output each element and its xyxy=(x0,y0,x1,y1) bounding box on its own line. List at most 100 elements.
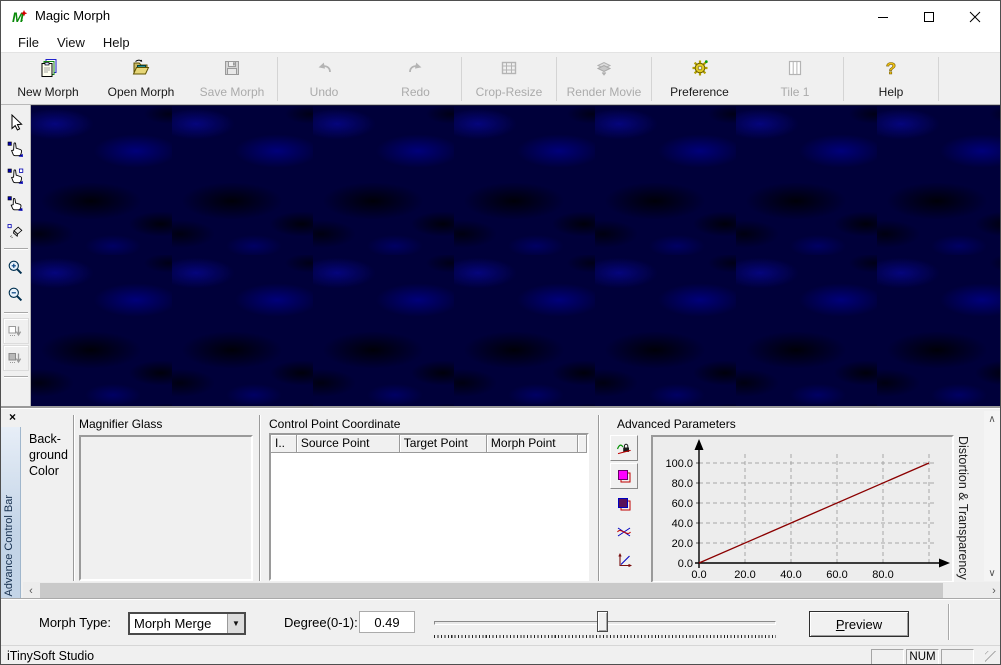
add-point-pair-tool[interactable] xyxy=(3,163,29,189)
degree-label: Degree(0-1): xyxy=(284,615,358,630)
save-morph-icon xyxy=(222,58,242,83)
move-point-tool[interactable] xyxy=(3,190,29,216)
render-movie-icon xyxy=(594,58,614,83)
column-header-index[interactable]: I.. xyxy=(271,435,297,453)
morph-type-dropdown[interactable]: Morph Merge ▼ xyxy=(128,612,246,635)
panel-separator xyxy=(598,415,600,581)
tool-palette xyxy=(1,105,31,406)
main-toolbar: New Morph Open Morph Save Morph Undo Red… xyxy=(1,53,1000,105)
menu-view[interactable]: View xyxy=(48,33,94,52)
control-point-title: Control Point Coordinate xyxy=(269,417,401,431)
app-window: M . Magic Morph File View Help New Morph… xyxy=(0,0,1001,665)
palette-separator xyxy=(3,376,28,378)
menu-file[interactable]: File xyxy=(9,33,48,52)
select-tool[interactable] xyxy=(3,109,29,135)
palette-separator xyxy=(3,248,28,250)
toolbar-label: Redo xyxy=(401,84,430,99)
menu-help[interactable]: Help xyxy=(94,33,139,52)
apply-image-1-tool[interactable] xyxy=(2,318,29,344)
scroll-down-icon[interactable]: ∨ xyxy=(984,565,1000,581)
morph-type-value: Morph Merge xyxy=(134,616,212,631)
main-area xyxy=(1,105,1000,406)
advance-control-bar-strip: Advance Control Bar xyxy=(1,427,21,600)
status-bar: iTinySoft Studio NUM xyxy=(1,645,1000,664)
add-point-tool[interactable] xyxy=(3,136,29,162)
column-header-target[interactable]: Target Point xyxy=(399,435,487,453)
lock-curve-tool[interactable] xyxy=(610,435,638,461)
svg-text:0.0: 0.0 xyxy=(678,558,693,570)
morph-curve-tool[interactable] xyxy=(610,519,638,545)
toolbar-label: Tile 1 xyxy=(780,84,810,99)
delete-point-tool[interactable] xyxy=(3,217,29,243)
solid-fill-tool[interactable] xyxy=(610,463,638,489)
toolbar-label: Save Morph xyxy=(199,84,265,99)
advance-control-bar-label: Advance Control Bar xyxy=(3,494,15,597)
open-morph-icon xyxy=(131,58,151,83)
morph-controls-row: Morph Type: Morph Merge ▼ Degree(0-1): 0… xyxy=(1,598,1000,645)
svg-text:0.0: 0.0 xyxy=(691,569,706,581)
redo-button[interactable]: Redo xyxy=(370,55,461,101)
advance-control-panel: × Advance Control Bar Back- ground Color… xyxy=(1,406,1000,600)
degree-slider[interactable] xyxy=(434,605,776,641)
toolbar-label: Undo xyxy=(309,84,339,99)
help-button[interactable]: ? Help xyxy=(844,55,938,101)
degree-value-field[interactable]: 0.49 xyxy=(359,611,415,633)
svg-text:60.0: 60.0 xyxy=(672,498,693,510)
controls-separator xyxy=(948,604,950,640)
svg-text:40.0: 40.0 xyxy=(780,569,801,581)
background-color-label: Back- ground Color xyxy=(29,432,68,478)
tile-1-button[interactable]: Tile 1 xyxy=(747,55,843,101)
preview-button[interactable]: Preview xyxy=(809,611,909,637)
column-header-morph[interactable]: Morph Point xyxy=(486,435,578,453)
status-cell-caps xyxy=(871,649,904,664)
svg-text:60.0: 60.0 xyxy=(826,569,847,581)
control-point-table-header: I.. Source Point Target Point Morph Poin… xyxy=(271,435,587,453)
close-button[interactable] xyxy=(952,1,998,32)
preference-button[interactable]: Preference xyxy=(652,55,747,101)
toolbar-label: Help xyxy=(878,84,904,99)
maximize-button[interactable] xyxy=(906,1,952,32)
save-morph-button[interactable]: Save Morph xyxy=(187,55,277,101)
morph-canvas[interactable] xyxy=(31,105,1000,406)
new-morph-icon xyxy=(38,58,58,83)
minimize-button[interactable] xyxy=(860,1,906,32)
degree-slider-thumb[interactable] xyxy=(596,611,608,632)
undo-button[interactable]: Undo xyxy=(278,55,370,101)
zoom-out-tool[interactable] xyxy=(3,281,29,307)
svg-text:20.0: 20.0 xyxy=(734,569,755,581)
column-header-source[interactable]: Source Point xyxy=(296,435,400,453)
control-point-table[interactable]: I.. Source Point Target Point Morph Poin… xyxy=(269,433,589,581)
zoom-in-tool[interactable] xyxy=(3,254,29,280)
panel-horizontal-scrollbar[interactable]: ‹ › xyxy=(23,582,1000,599)
chevron-down-icon[interactable]: ▼ xyxy=(227,614,244,633)
pattern-fill-tool[interactable] xyxy=(610,491,638,517)
palette-separator xyxy=(3,312,28,314)
parameter-curve-chart[interactable]: 0.0 20.0 40.0 60.0 80.0 0.0 20.0 40.0 60.0 80.0 10… xyxy=(651,435,954,583)
panel-vertical-scrollbar[interactable]: ∧ ∨ xyxy=(984,411,1000,581)
preference-icon xyxy=(690,58,710,83)
horizontal-scroll-thumb[interactable] xyxy=(40,583,943,598)
scroll-left-icon[interactable]: ‹ xyxy=(23,582,39,599)
status-cell-scrl xyxy=(941,649,974,664)
scroll-up-icon[interactable]: ∧ xyxy=(984,411,1000,427)
crop-resize-icon xyxy=(499,58,519,83)
window-title: Magic Morph xyxy=(35,8,111,23)
panel-close-icon[interactable]: × xyxy=(5,410,20,425)
distortion-transparency-label: Distortion & Transparency xyxy=(956,436,970,580)
new-morph-button[interactable]: New Morph xyxy=(1,55,95,101)
title-bar: M . Magic Morph xyxy=(1,1,1000,32)
advanced-parameters-title: Advanced Parameters xyxy=(617,417,736,431)
scroll-right-icon[interactable]: › xyxy=(986,582,1000,599)
app-logo-icon: M . xyxy=(11,8,29,26)
svg-text:80.0: 80.0 xyxy=(672,478,693,490)
apply-image-2-tool[interactable] xyxy=(2,345,29,371)
undo-icon xyxy=(314,58,334,83)
svg-text:40.0: 40.0 xyxy=(672,518,693,530)
axis-curve-tool[interactable] xyxy=(610,547,638,573)
toolbar-label: Render Movie xyxy=(566,84,642,99)
open-morph-button[interactable]: Open Morph xyxy=(95,55,187,101)
render-movie-button[interactable]: Render Movie xyxy=(557,55,651,101)
resize-grip[interactable] xyxy=(985,651,999,664)
crop-resize-button[interactable]: Crop-Resize xyxy=(462,55,556,101)
redo-icon xyxy=(406,58,426,83)
